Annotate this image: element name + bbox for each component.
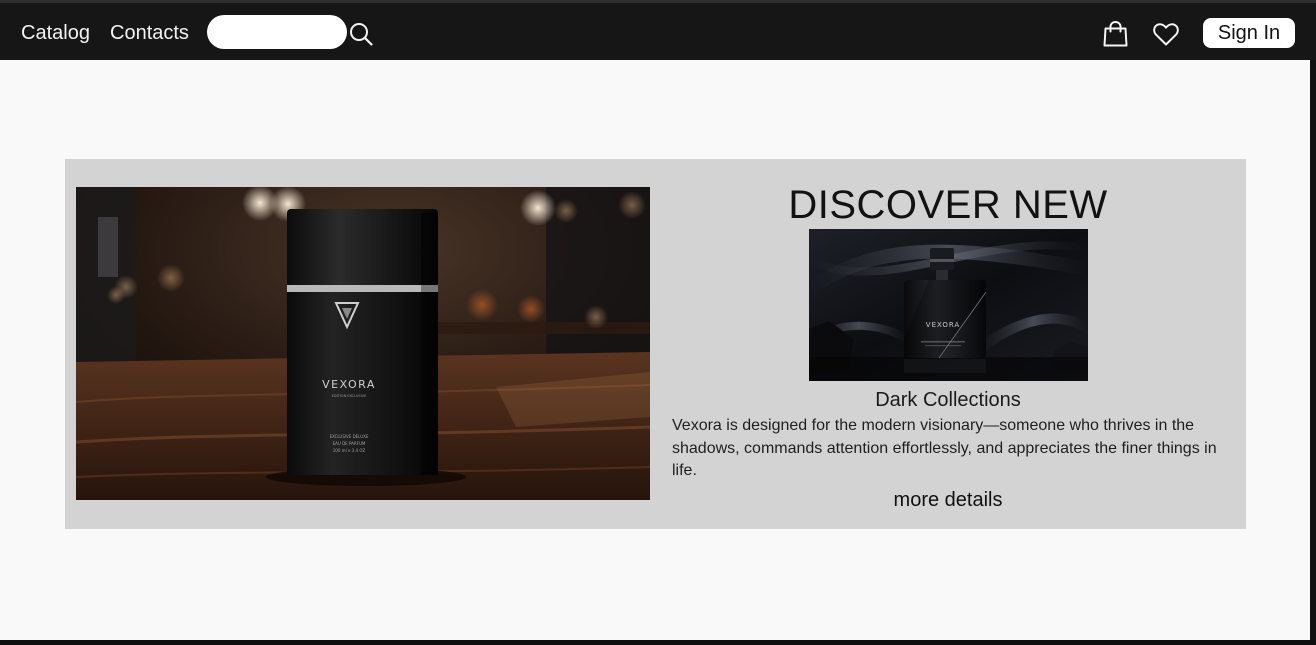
promo-content: DISCOVER NEW VEXORA Dark Collections Vex… bbox=[661, 159, 1235, 529]
window-right-edge bbox=[1310, 60, 1316, 645]
nav-link-contacts[interactable]: Contacts bbox=[110, 20, 189, 46]
search-icon[interactable] bbox=[349, 22, 373, 46]
collection-description: Vexora is designed for the modern vision… bbox=[672, 417, 1217, 479]
nav-link-catalog[interactable]: Catalog bbox=[21, 20, 90, 46]
promo-title: DISCOVER NEW bbox=[788, 183, 1108, 227]
product-bottle-brand: VEXORA bbox=[926, 321, 960, 329]
shopping-bag-icon[interactable] bbox=[1103, 21, 1128, 47]
top-navbar: Catalog Contacts Sign In bbox=[0, 0, 1316, 60]
sign-in-button[interactable]: Sign In bbox=[1203, 18, 1295, 48]
hero-bottle-volume: 100 ml e 3.4 OZ bbox=[333, 448, 366, 453]
main-content: VEXORA EDITION EXCLUSIVE EXCLUSIVE DELUX… bbox=[0, 60, 1310, 640]
more-details-link[interactable]: more details bbox=[661, 488, 1235, 512]
hero-bottle-line2: EAU DE PARFUM bbox=[333, 441, 366, 446]
hero-bottle-line1: EXCLUSIVE DELUXE bbox=[330, 434, 369, 439]
product-image: VEXORA bbox=[809, 229, 1088, 381]
heart-icon[interactable] bbox=[1153, 23, 1179, 46]
promo-banner: VEXORA EDITION EXCLUSIVE EXCLUSIVE DELUX… bbox=[65, 159, 1246, 529]
window-bottom-edge bbox=[0, 640, 1316, 645]
hero-bottle-subtitle: EDITION EXCLUSIVE bbox=[332, 394, 367, 398]
collection-name: Dark Collections bbox=[875, 389, 1021, 411]
hero-bottle-brand: VEXORA bbox=[322, 378, 376, 391]
hero-perfume-image: VEXORA EDITION EXCLUSIVE EXCLUSIVE DELUX… bbox=[76, 187, 650, 500]
search-input[interactable] bbox=[207, 15, 347, 49]
